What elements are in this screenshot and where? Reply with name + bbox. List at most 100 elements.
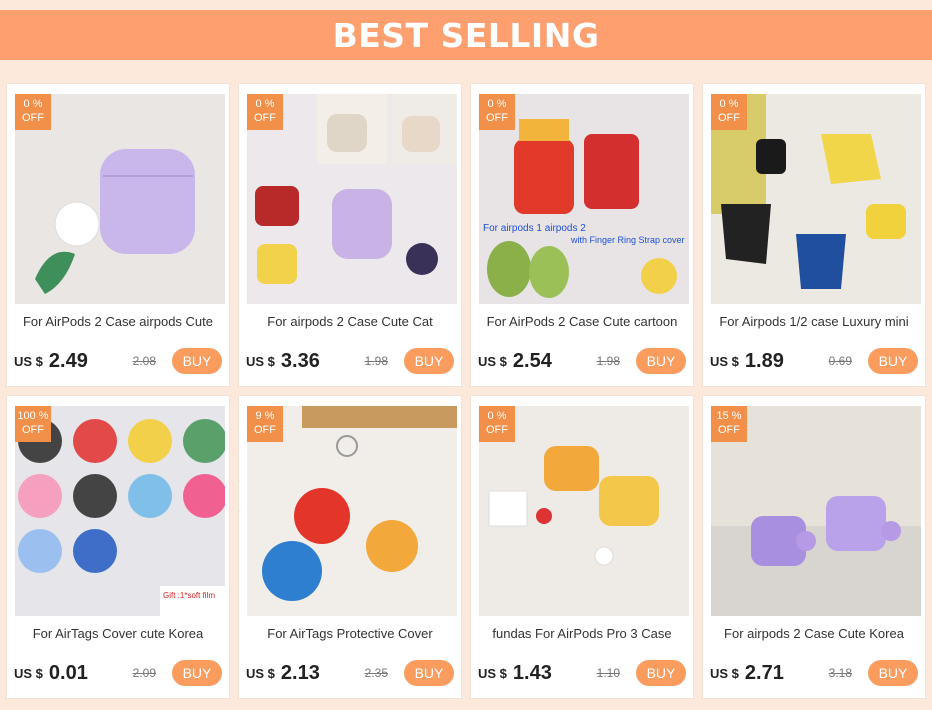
current-price: 2.54 [512, 349, 552, 372]
product-image[interactable]: 0 % OFF [479, 406, 689, 616]
product-title[interactable]: For airpods 2 Case Cute Korea [703, 626, 925, 641]
original-price: 2.09 [132, 666, 156, 680]
beige-case [402, 116, 440, 152]
discount-badge: 0 % OFF [479, 406, 515, 442]
popcorn-case [584, 134, 639, 209]
orange-case [544, 446, 599, 491]
discount-badge: 0 % OFF [247, 94, 283, 130]
red-candy-tag [294, 488, 350, 544]
current-price: 0.01 [48, 661, 88, 684]
product-card[interactable]: 9 % OFF For AirTags Protective Cover US … [238, 395, 462, 699]
avocado-case [487, 241, 531, 297]
currency-label: US $ [478, 665, 507, 681]
product-title[interactable]: For Airpods 1/2 case Luxury mini [703, 314, 925, 329]
currency-label: US $ [478, 353, 507, 369]
buy-button[interactable]: BUY [868, 660, 918, 686]
buy-button[interactable]: BUY [636, 348, 686, 374]
product-card[interactable]: 0 % OFF For AirPods 2 Case airpods Cute … [6, 83, 230, 387]
yellow-case [599, 476, 659, 526]
discount-percent: 0 % [23, 98, 43, 110]
black-case [756, 139, 786, 174]
discount-badge: 100 % OFF [15, 406, 51, 442]
cat-charm [406, 243, 438, 275]
yellow-case [866, 204, 906, 239]
product-grid: 0 % OFF For AirPods 2 Case airpods Cute … [6, 83, 926, 699]
airtag-cover [18, 474, 62, 518]
currency-label: US $ [246, 665, 275, 681]
discount-percent: 9 % [255, 410, 275, 422]
product-card[interactable]: 0 % OFF For Airpods 1/2 case Luxury mini… [702, 83, 926, 387]
price-row: US $ 2.49 2.08 BUY [14, 348, 222, 374]
product-card[interactable]: Gift :1*soft film 100 % OFF For AirTags … [6, 395, 230, 699]
original-price: 2.08 [132, 354, 156, 368]
product-image[interactable]: 0 % OFF [247, 94, 457, 304]
product-title[interactable]: For AirTags Cover cute Korea [7, 626, 229, 641]
airtag-cover [73, 419, 117, 463]
buy-button[interactable]: BUY [172, 348, 222, 374]
note-card [488, 490, 528, 527]
yellow-bag [821, 134, 881, 184]
currency-label: US $ [246, 353, 275, 369]
product-image[interactable]: 0 % OFF [711, 94, 921, 304]
buy-button[interactable]: BUY [172, 660, 222, 686]
buy-button[interactable]: BUY [404, 660, 454, 686]
price-row: US $ 1.89 0.69 BUY [710, 348, 918, 374]
wood-tray [302, 406, 457, 428]
product-image[interactable]: 0 % OFF [15, 94, 225, 304]
price-row: US $ 0.01 2.09 BUY [14, 660, 222, 686]
airtag-cover [183, 419, 225, 463]
fries-case [514, 139, 574, 214]
product-card[interactable]: 15 % OFF For airpods 2 Case Cute Korea U… [702, 395, 926, 699]
original-price: 1.98 [596, 354, 620, 368]
product-image[interactable]: For airpods 1 airpods 2 with Finger Ring … [479, 94, 689, 304]
bear-charm [796, 531, 816, 551]
original-price: 2.35 [364, 666, 388, 680]
lilac-case [332, 189, 392, 259]
product-card[interactable]: 0 % OFF fundas For AirPods Pro 3 Case US… [470, 395, 694, 699]
product-title[interactable]: For AirPods 2 Case Cute cartoon [471, 314, 693, 329]
discount-badge: 9 % OFF [247, 406, 283, 442]
discount-off-label: OFF [486, 424, 508, 436]
currency-label: US $ [710, 665, 739, 681]
product-title[interactable]: For AirPods 2 Case airpods Cute [7, 314, 229, 329]
fries-top [519, 119, 569, 141]
product-card[interactable]: For airpods 1 airpods 2 with Finger Ring … [470, 83, 694, 387]
gift-text: Gift :1*soft film [163, 591, 215, 600]
product-title[interactable]: For AirTags Protective Cover [239, 626, 461, 641]
discount-percent: 0 % [719, 98, 739, 110]
original-price: 1.10 [596, 666, 620, 680]
currency-label: US $ [14, 665, 43, 681]
discount-badge: 0 % OFF [15, 94, 51, 130]
charm-bear [54, 201, 100, 247]
current-price: 1.43 [512, 661, 552, 684]
page-title: BEST SELLING [332, 15, 600, 55]
product-image[interactable]: Gift :1*soft film 100 % OFF [15, 406, 225, 616]
product-title[interactable]: fundas For AirPods Pro 3 Case [471, 626, 693, 641]
daisy-charm [594, 546, 614, 566]
discount-badge: 0 % OFF [711, 94, 747, 130]
discount-off-label: OFF [486, 112, 508, 124]
product-image[interactable]: 9 % OFF [247, 406, 457, 616]
currency-label: US $ [710, 353, 739, 369]
product-card[interactable]: 0 % OFF For airpods 2 Case Cute Cat US $… [238, 83, 462, 387]
flower-charm [536, 508, 552, 524]
airtag-cover [73, 529, 117, 573]
buy-button[interactable]: BUY [404, 348, 454, 374]
current-price: 3.36 [280, 349, 320, 372]
product-title[interactable]: For airpods 2 Case Cute Cat [239, 314, 461, 329]
discount-badge: 0 % OFF [479, 94, 515, 130]
original-price: 3.18 [828, 666, 852, 680]
beige-case [327, 114, 367, 152]
buy-button[interactable]: BUY [868, 348, 918, 374]
product-image[interactable]: 15 % OFF [711, 406, 921, 616]
discount-percent: 15 % [716, 410, 742, 422]
buy-button[interactable]: BUY [636, 660, 686, 686]
discount-off-label: OFF [718, 424, 740, 436]
discount-off-label: OFF [254, 112, 276, 124]
orange-candy-tag [366, 520, 418, 572]
price-row: US $ 2.13 2.35 BUY [246, 660, 454, 686]
bear-charm [881, 521, 901, 541]
discount-percent: 100 % [17, 410, 49, 422]
airtag-cover [128, 419, 172, 463]
discount-badge: 15 % OFF [711, 406, 747, 442]
